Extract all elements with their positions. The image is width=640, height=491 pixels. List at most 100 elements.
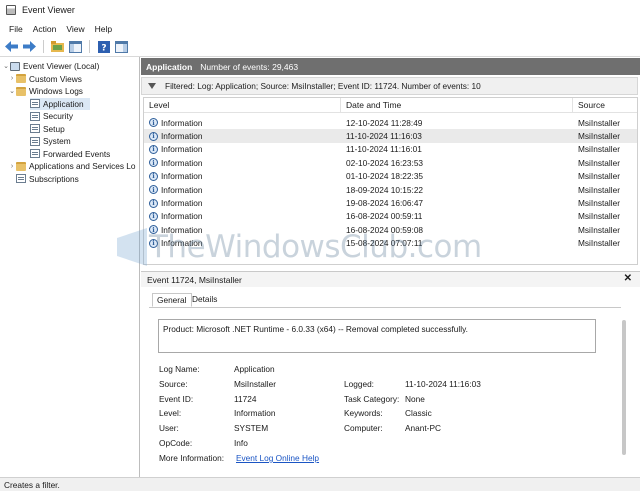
date-cell: 16-08-2024 00:59:11 [346,211,423,222]
event-row[interactable]: i Information 11-10-2024 11:16:01 MsiInstal… [144,143,637,156]
date-cell: 15-08-2024 07:07:11 [346,238,423,249]
folder-icon[interactable] [50,39,65,54]
opcode-value: Info [234,438,248,448]
column-header-source[interactable]: Source [573,98,637,113]
tree-item-forwarded-events[interactable]: Forwarded Events [30,148,110,161]
event-count: Number of events: 29,463 [200,61,299,72]
details-scrollbar[interactable] [622,320,626,455]
keywords-label: Keywords: [344,408,383,418]
tree-item-label: Security [43,111,73,122]
help-icon[interactable]: ? [96,39,111,54]
task-category-value: None [405,394,425,404]
source-cell: MsiInstaller [578,238,620,249]
tree-item-label: Event Viewer (Local) [23,61,100,72]
level-text: Information [161,184,203,195]
tab-details[interactable]: Details [188,293,221,305]
event-row[interactable]: i Information 01-10-2024 18:22:35 MsiInstal… [144,170,637,183]
column-header-date-and-time[interactable]: Date and Time [341,98,573,113]
event-log-online-help-link[interactable]: Event Log Online Help [236,453,319,463]
menu-file[interactable]: File [4,24,28,34]
level-text: Information [161,157,203,168]
log-icon [30,136,40,146]
tree-item-setup[interactable]: Setup [30,123,65,136]
log-title: Application [146,61,193,72]
status-bar: Creates a filter. [0,477,640,491]
expand-icon[interactable]: › [8,163,16,170]
source-cell: MsiInstaller [578,211,620,222]
computer-icon [10,61,20,71]
log-header: Application Number of events: 29,463 [141,58,640,75]
level-cell: i Information [149,171,203,181]
event-row[interactable]: i Information 11-10-2024 11:16:03 MsiInstal… [144,129,637,143]
log-icon [30,149,40,159]
collapse-icon[interactable]: ⌄ [2,62,10,70]
tree-item-application[interactable]: Application [30,97,90,110]
tree-item-windows-logs[interactable]: ⌄ Windows Logs [8,85,83,98]
back-arrow-icon[interactable] [4,39,19,54]
level-text: Information [161,144,203,155]
menu-help[interactable]: Help [90,24,117,34]
user-label: User: [159,423,179,433]
date-cell: 11-10-2024 11:16:01 [346,144,422,155]
folder-icon [16,86,26,96]
window-title: Event Viewer [22,5,75,15]
toolbar-separator [43,40,44,53]
action-pane-icon[interactable] [114,39,129,54]
menu-action[interactable]: Action [28,24,62,34]
tree-item-system[interactable]: System [30,135,71,148]
source-cell: MsiInstaller [578,157,620,168]
filter-icon [148,83,156,89]
user-value: SYSTEM [234,423,269,433]
forward-arrow-icon[interactable] [22,39,37,54]
tree-item-security[interactable]: Security [30,110,73,123]
event-details-header: Event 11724, MsiInstaller ✕ [141,271,640,287]
information-icon: i [149,225,158,235]
level-cell: i Information [149,211,203,221]
log-icon [16,174,26,184]
log-icon [30,99,40,109]
level-cell: i Information [149,131,203,141]
log-icon [30,124,40,134]
collapse-icon[interactable]: ⌄ [8,87,16,95]
tree-item-label: Setup [43,123,65,134]
tree-item-label: Applications and Services Lo [29,161,136,172]
menu-bar: File Action View Help [0,20,640,37]
tree-item-subscriptions[interactable]: Subscriptions [16,173,79,186]
console-tree-icon[interactable] [68,39,83,54]
event-details-pane: General Details Product: Microsoft .NET … [141,287,640,477]
event-description[interactable]: Product: Microsoft .NET Runtime - 6.0.33… [158,319,596,353]
information-icon: i [149,144,158,154]
information-icon: i [149,198,158,208]
tab-general[interactable]: General [152,293,192,307]
source-label: Source: [159,379,188,389]
event-row[interactable]: i Information 16-08-2024 00:59:11 MsiInstal… [144,210,637,223]
menu-view[interactable]: View [61,24,89,34]
tree-item-applications-and-services[interactable]: › Applications and Services Lo [8,160,136,173]
level-cell: i Information [149,185,203,195]
close-icon[interactable]: ✕ [624,273,632,284]
tree-item-custom-views[interactable]: › Custom Views [8,73,82,86]
date-cell: 11-10-2024 11:16:03 [346,131,422,142]
event-row[interactable]: i Information 16-08-2024 00:59:08 MsiInstal… [144,223,637,236]
keywords-value: Classic [405,408,432,418]
tree-item-label: Forwarded Events [43,148,111,159]
tree-item-event-viewer-local[interactable]: ⌄ Event Viewer (Local) [2,60,99,73]
event-row[interactable]: i Information 18-09-2024 10:15:22 MsiInstal… [144,183,637,196]
logged-value: 11-10-2024 11:16:03 [405,379,481,389]
event-row[interactable]: i Information 02-10-2024 16:23:53 MsiInstal… [144,156,637,169]
information-icon: i [149,158,158,168]
level-label: Level: [159,408,182,418]
log-name-label: Log Name: [159,364,200,374]
level-cell: i Information [149,158,203,168]
level-cell: i Information [149,225,203,235]
event-row[interactable]: i Information 19-08-2024 16:06:47 MsiInstal… [144,196,637,209]
event-row[interactable]: i Information 15-08-2024 07:07:11 MsiInstal… [144,237,637,250]
expand-icon[interactable]: › [8,75,16,82]
console-tree: ⌄ Event Viewer (Local) › Custom Views ⌄ … [0,57,140,477]
status-text: Creates a filter. [4,479,60,490]
source-cell: MsiInstaller [578,171,620,182]
column-header-level[interactable]: Level [144,98,341,113]
event-row[interactable]: i Information 12-10-2024 11:28:49 MsiInstal… [144,116,637,129]
date-cell: 01-10-2024 18:22:35 [346,171,424,182]
source-cell: MsiInstaller [578,224,620,235]
